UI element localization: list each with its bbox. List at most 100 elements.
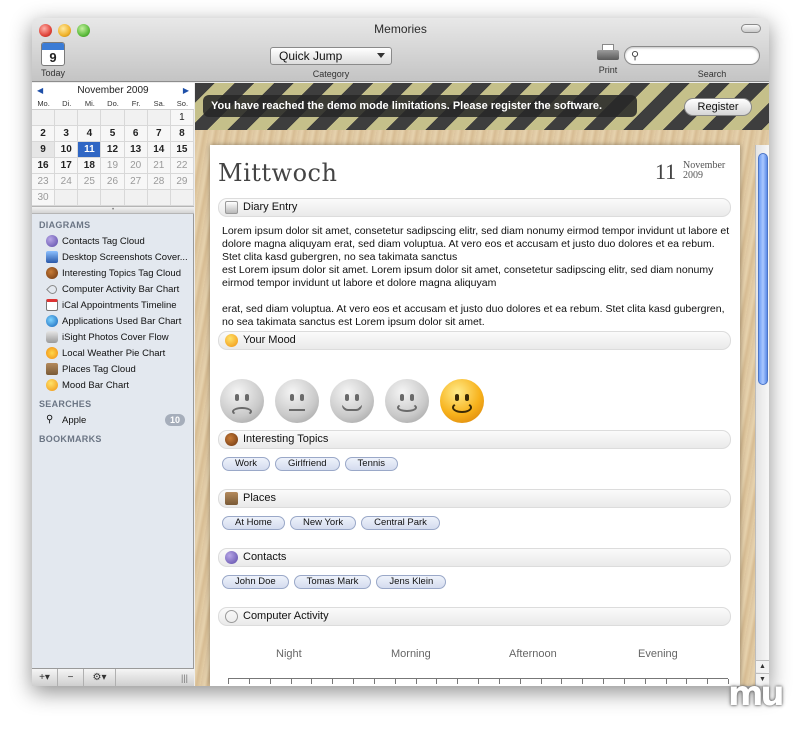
contact-tag[interactable]: John Doe (222, 575, 289, 589)
weekday-headers: Mo. Di. Mi. Do. Fr. Sa. So. (32, 98, 194, 110)
calendar-resize-handle[interactable]: • (32, 206, 194, 213)
chevron-down-icon (377, 53, 385, 58)
calendar-empty-cell (78, 190, 102, 206)
sidebar-resize-grip[interactable]: ||| (181, 673, 188, 683)
remove-button[interactable]: − (58, 668, 84, 686)
calendar-day[interactable]: 22 (170, 158, 194, 174)
weekday-label: Mo. (37, 99, 50, 108)
calendar-day[interactable]: 15 (170, 142, 194, 158)
axis-tick (311, 679, 313, 684)
sidebar-item-diagram[interactable]: Local Weather Pie Chart (32, 345, 193, 361)
places-tags: At Home New York Central Park (222, 516, 445, 530)
places-icon (46, 363, 58, 375)
sidebar-item-diagram[interactable]: Places Tag Cloud (32, 361, 193, 377)
activity-header[interactable]: Computer Activity (218, 607, 731, 626)
calendar-day[interactable]: 17 (55, 158, 79, 174)
sidebar-item-diagram[interactable]: Mood Bar Chart (32, 377, 193, 393)
calendar-day[interactable]: 5 (101, 126, 125, 142)
vertical-scrollbar[interactable]: ▲ ▼ (755, 145, 769, 686)
diary-entry-header[interactable]: Diary Entry (218, 198, 731, 217)
calendar-day[interactable]: 3 (55, 126, 79, 142)
calendar-day[interactable]: 23 (32, 174, 56, 190)
saved-search-label: Apple (62, 414, 87, 426)
gear-icon[interactable]: ⚙▾ (84, 668, 116, 686)
register-button[interactable]: Register (684, 98, 752, 116)
diary-text[interactable]: Lorem ipsum dolor sit amet, consetetur s… (222, 225, 732, 329)
calendar-day[interactable]: 11 (78, 142, 102, 158)
calendar-day[interactable]: 8 (170, 126, 194, 142)
contacts-header[interactable]: Contacts (218, 548, 731, 567)
calendar-day[interactable]: 21 (147, 158, 171, 174)
calendar-day[interactable]: 25 (78, 174, 102, 190)
previous-month-arrow-icon[interactable]: ◀ (37, 83, 43, 98)
saved-search-apple[interactable]: ⚲ Apple 10 (32, 412, 193, 428)
calendar-empty-cell (147, 190, 171, 206)
calendar-day[interactable]: 18 (78, 158, 102, 174)
mood-happy-button[interactable] (385, 379, 429, 423)
toolbar-toggle-button[interactable] (741, 24, 761, 33)
calendar-day[interactable]: 28 (147, 174, 171, 190)
mood-header[interactable]: Your Mood (218, 331, 731, 350)
calendar-day[interactable]: 4 (78, 126, 102, 142)
add-button[interactable]: +▾ (32, 668, 58, 686)
calendar-day[interactable]: 2 (32, 126, 56, 142)
calendar-day[interactable]: 6 (124, 126, 148, 142)
scroll-thumb[interactable] (758, 153, 768, 385)
notepad-icon (225, 201, 238, 214)
place-tag[interactable]: At Home (222, 516, 285, 530)
calendar-day[interactable]: 20 (124, 158, 148, 174)
calendar-day[interactable]: 29 (170, 174, 194, 190)
topic-tag[interactable]: Tennis (344, 457, 399, 471)
place-tag[interactable]: Central Park (361, 516, 440, 530)
places-header[interactable]: Places (218, 489, 731, 508)
calendar-day[interactable]: 9 (32, 142, 56, 158)
axis-tick (457, 679, 459, 684)
sidebar-bottom-bar: +▾ − ⚙▾ ||| (32, 668, 194, 686)
mood-very-sad-button[interactable] (220, 379, 264, 423)
calendar-day[interactable]: 16 (32, 158, 56, 174)
calendar-day[interactable]: 24 (55, 174, 79, 190)
calendar-day[interactable]: 14 (147, 142, 171, 158)
calendar-day[interactable]: 27 (124, 174, 148, 190)
calendar-day[interactable]: 7 (147, 126, 171, 142)
search-input[interactable] (645, 49, 753, 62)
mood-sad-button[interactable] (275, 379, 319, 423)
topic-tag[interactable]: Work (222, 457, 270, 471)
contact-tag[interactable]: Jens Klein (376, 575, 447, 589)
calendar-day[interactable]: 26 (101, 174, 125, 190)
calendar-empty-cell (55, 190, 79, 206)
sidebar-item-diagram[interactable]: iCal Appointments Timeline (32, 297, 193, 313)
calendar-day[interactable]: 1 (170, 110, 194, 126)
place-tag[interactable]: New York (289, 516, 357, 530)
sidebar-item-diagram[interactable]: Desktop Screenshots Cover... (32, 249, 193, 265)
axis-tick (478, 679, 479, 684)
sidebar-item-diagram[interactable]: Contacts Tag Cloud (32, 233, 193, 249)
sidebar-item-diagram[interactable]: Computer Activity Bar Chart (32, 281, 193, 297)
search-field[interactable]: ⚲ (624, 46, 760, 65)
today-label: Today (40, 68, 66, 78)
quick-jump-select[interactable]: Quick Jump (270, 47, 392, 65)
search-control: ⚲ Search (624, 46, 760, 79)
mood-neutral-button[interactable] (330, 379, 374, 423)
calendar-empty-cell (32, 110, 56, 126)
weather-icon (46, 347, 58, 359)
sidebar-item-label: Mood Bar Chart (62, 379, 130, 391)
calendar-day[interactable]: 13 (124, 142, 148, 158)
topics-icon (225, 433, 238, 446)
mood-very-happy-button[interactable] (440, 379, 484, 423)
today-button[interactable]: 9 Today (36, 42, 70, 78)
next-month-arrow-icon[interactable]: ▶ (183, 83, 189, 98)
contact-tag[interactable]: Tomas Mark (293, 575, 372, 589)
sidebar-item-diagram[interactable]: Interesting Topics Tag Cloud (32, 265, 193, 281)
scroll-up-arrow-icon[interactable]: ▲ (756, 660, 769, 672)
calendar-day[interactable]: 12 (101, 142, 125, 158)
print-button[interactable]: Print (593, 44, 623, 75)
axis-tick (623, 679, 625, 684)
sidebar-item-diagram[interactable]: iSight Photos Cover Flow (32, 329, 193, 345)
sidebar-item-diagram[interactable]: Applications Used Bar Chart (32, 313, 193, 329)
calendar-day[interactable]: 10 (55, 142, 79, 158)
calendar-day[interactable]: 30 (32, 190, 56, 206)
topic-tag[interactable]: Girlfriend (275, 457, 340, 471)
topics-header[interactable]: Interesting Topics (218, 430, 731, 449)
calendar-day[interactable]: 19 (101, 158, 125, 174)
